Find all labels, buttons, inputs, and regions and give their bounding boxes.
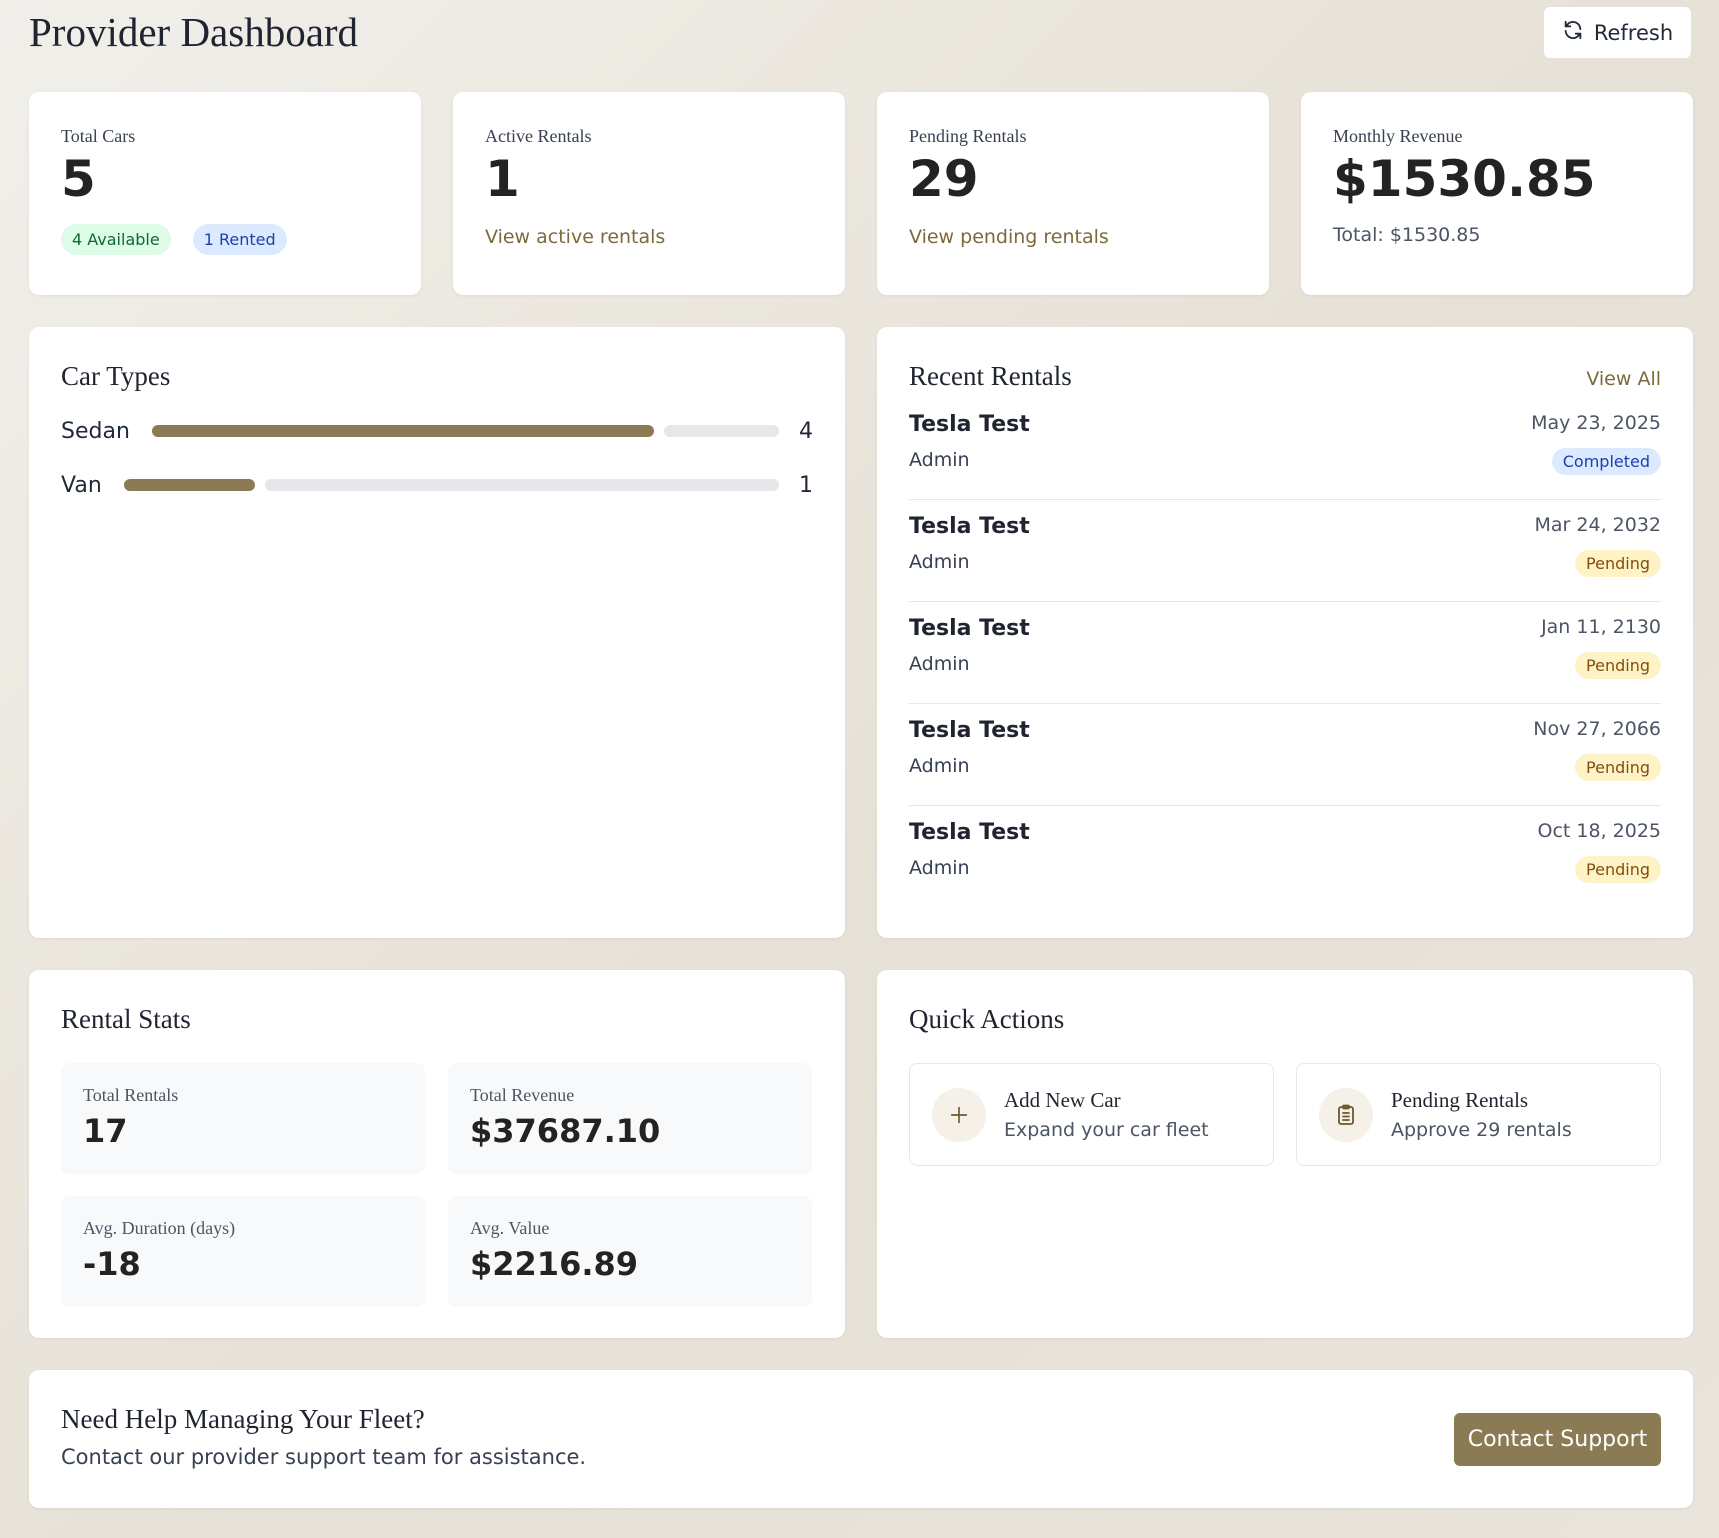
rental-user: Admin bbox=[909, 755, 970, 777]
quick-actions-card: Quick Actions Add New Car Expand your ca… bbox=[877, 970, 1693, 1338]
stat-label: Pending Rentals bbox=[909, 126, 1027, 146]
rental-car-name: Tesla Test bbox=[909, 718, 1030, 743]
status-badge: Pending bbox=[1575, 754, 1661, 781]
plus-icon bbox=[932, 1087, 986, 1142]
page-title: Provider Dashboard bbox=[29, 9, 359, 55]
stat-label: Avg. Duration (days) bbox=[83, 1218, 236, 1238]
stat-value: $2216.89 bbox=[470, 1245, 639, 1283]
car-type-label: Van bbox=[61, 472, 102, 498]
rental-row[interactable]: Tesla Test Admin May 23, 2025 Completed bbox=[909, 398, 1661, 500]
car-type-count: 4 bbox=[799, 418, 813, 444]
status-badge: Pending bbox=[1575, 550, 1661, 577]
rental-date: Mar 24, 2032 bbox=[1534, 514, 1662, 536]
car-type-row: Van 1 bbox=[61, 470, 813, 500]
stat-value: 1 bbox=[485, 150, 520, 208]
avg-duration-stat: Avg. Duration (days) -18 bbox=[61, 1196, 425, 1307]
rental-stats-card: Rental Stats Total Rentals 17 Total Reve… bbox=[29, 970, 845, 1338]
stat-value: $1530.85 bbox=[1333, 150, 1596, 208]
stat-label: Avg. Value bbox=[470, 1218, 550, 1238]
stat-card-active-rentals: Active Rentals 1 View active rentals bbox=[453, 92, 845, 295]
rental-date: Oct 18, 2025 bbox=[1537, 820, 1662, 842]
rented-badge: 1 Rented bbox=[192, 223, 287, 255]
recent-rentals-card: Recent Rentals View All Tesla Test Admin… bbox=[877, 327, 1693, 938]
car-type-bar-track bbox=[663, 425, 779, 437]
rental-row[interactable]: Tesla Test Admin Nov 27, 2066 Pending bbox=[909, 704, 1661, 806]
stat-label: Active Rentals bbox=[485, 126, 592, 146]
quick-action-subtitle: Expand your car fleet bbox=[1004, 1119, 1209, 1141]
quick-action-title: Pending Rentals bbox=[1391, 1088, 1529, 1112]
car-type-bar bbox=[123, 479, 779, 491]
refresh-label: Refresh bbox=[1593, 20, 1674, 45]
rental-row[interactable]: Tesla Test Admin Oct 18, 2025 Pending bbox=[909, 806, 1661, 908]
help-title: Need Help Managing Your Fleet? bbox=[61, 1404, 425, 1434]
add-new-car-button[interactable]: Add New Car Expand your car fleet bbox=[909, 1063, 1274, 1166]
stat-label: Total Cars bbox=[61, 126, 136, 146]
stat-label: Total Revenue bbox=[470, 1085, 575, 1105]
help-text: Contact our provider support team for as… bbox=[61, 1445, 587, 1469]
rental-date: Nov 27, 2066 bbox=[1533, 718, 1661, 740]
section-title: Quick Actions bbox=[909, 1004, 1065, 1034]
car-type-row: Sedan 4 bbox=[61, 416, 813, 446]
view-pending-rentals-link[interactable]: View pending rentals bbox=[909, 226, 1109, 248]
rental-car-name: Tesla Test bbox=[909, 616, 1030, 641]
stat-value: -18 bbox=[83, 1245, 141, 1283]
avg-value-stat: Avg. Value $2216.89 bbox=[448, 1196, 812, 1307]
rental-user: Admin bbox=[909, 551, 970, 573]
clipboard-icon bbox=[1319, 1087, 1373, 1142]
total-revenue-text: Total: $1530.85 bbox=[1333, 223, 1481, 246]
car-types-card: Car Types Sedan 4 Van 1 bbox=[29, 327, 845, 938]
rental-row[interactable]: Tesla Test Admin Mar 24, 2032 Pending bbox=[909, 500, 1661, 602]
section-title: Car Types bbox=[61, 361, 171, 391]
available-badge: 4 Available bbox=[61, 223, 171, 255]
stat-value: $37687.10 bbox=[470, 1112, 661, 1150]
quick-action-subtitle: Approve 29 rentals bbox=[1391, 1119, 1572, 1141]
stat-card-total-cars: Total Cars 5 4 Available 1 Rented bbox=[29, 92, 421, 295]
stat-value: 29 bbox=[909, 150, 979, 208]
section-title: Rental Stats bbox=[61, 1004, 191, 1034]
car-type-bar-fill bbox=[151, 425, 654, 437]
stat-value: 5 bbox=[61, 150, 96, 208]
rental-row[interactable]: Tesla Test Admin Jan 11, 2130 Pending bbox=[909, 602, 1661, 704]
refresh-icon bbox=[1562, 19, 1584, 46]
rental-car-name: Tesla Test bbox=[909, 514, 1030, 539]
car-type-label: Sedan bbox=[61, 418, 130, 444]
rental-date: Jan 11, 2130 bbox=[1541, 616, 1661, 638]
contact-support-button[interactable]: Contact Support bbox=[1454, 1413, 1661, 1466]
rental-user: Admin bbox=[909, 857, 970, 879]
car-type-bar-track bbox=[264, 479, 779, 491]
section-title: Recent Rentals bbox=[909, 361, 1072, 391]
stat-card-pending-rentals: Pending Rentals 29 View pending rentals bbox=[877, 92, 1269, 295]
stat-card-monthly-revenue: Monthly Revenue $1530.85 Total: $1530.85 bbox=[1301, 92, 1693, 295]
total-rentals-stat: Total Rentals 17 bbox=[61, 1063, 425, 1174]
quick-action-title: Add New Car bbox=[1004, 1088, 1121, 1112]
stat-label: Total Rentals bbox=[83, 1085, 179, 1105]
view-active-rentals-link[interactable]: View active rentals bbox=[485, 226, 665, 248]
rental-user: Admin bbox=[909, 449, 970, 471]
stat-label: Monthly Revenue bbox=[1333, 126, 1463, 146]
rental-date: May 23, 2025 bbox=[1531, 412, 1661, 434]
status-badge: Pending bbox=[1575, 856, 1661, 883]
car-type-bar-fill bbox=[123, 479, 255, 491]
status-badge: Completed bbox=[1551, 448, 1661, 475]
pending-rentals-button[interactable]: Pending Rentals Approve 29 rentals bbox=[1296, 1063, 1661, 1166]
refresh-button[interactable]: Refresh bbox=[1543, 6, 1692, 59]
stat-value: 17 bbox=[83, 1112, 128, 1150]
rental-user: Admin bbox=[909, 653, 970, 675]
view-all-link[interactable]: View All bbox=[1586, 368, 1661, 390]
status-badge: Pending bbox=[1575, 652, 1661, 679]
rental-car-name: Tesla Test bbox=[909, 820, 1030, 845]
car-type-count: 1 bbox=[799, 472, 813, 498]
total-revenue-stat: Total Revenue $37687.10 bbox=[448, 1063, 812, 1174]
car-type-bar bbox=[151, 425, 779, 437]
help-banner: Need Help Managing Your Fleet? Contact o… bbox=[29, 1370, 1693, 1508]
rental-car-name: Tesla Test bbox=[909, 412, 1030, 437]
